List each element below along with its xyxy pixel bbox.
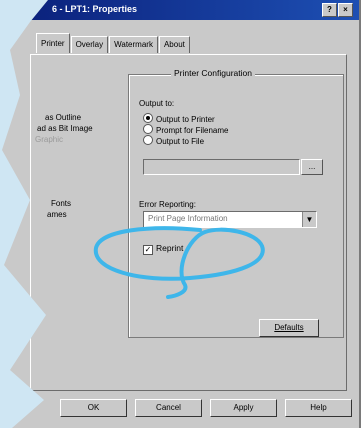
radio-prompt-for-filename-label: Prompt for Filename <box>156 126 229 135</box>
browse-button[interactable]: ... <box>301 159 323 175</box>
left-label-fonts: Fonts <box>51 199 72 208</box>
left-label-names: ames <box>47 210 67 219</box>
reprint-label: Reprint <box>156 243 184 253</box>
left-label-bit-image: ad as Bit Image <box>37 124 93 133</box>
left-label-outline: as Outline <box>45 113 82 122</box>
left-column: as Outline ad as Bit Image Graphic Fonts… <box>31 55 131 390</box>
help-button[interactable]: Help <box>285 399 352 417</box>
radio-selected-icon <box>143 113 153 123</box>
reprint-checkbox-row[interactable]: ✓ Reprint <box>143 243 183 255</box>
left-label-graphic: Graphic <box>35 135 64 144</box>
radio-output-to-printer-label: Output to Printer <box>156 115 215 124</box>
printer-configuration-group: Printer Configuration Output to: Output … <box>128 68 344 338</box>
ok-button[interactable]: OK <box>60 399 127 417</box>
checkbox-checked-icon[interactable]: ✓ <box>143 245 153 255</box>
tab-watermark[interactable]: Watermark <box>109 36 158 53</box>
defaults-button[interactable]: Defaults <box>259 319 319 337</box>
filename-input[interactable] <box>143 159 300 175</box>
dialog-buttons: OK Cancel Apply Help <box>60 399 352 417</box>
title-buttons: ? × <box>322 3 353 17</box>
help-title-button[interactable]: ? <box>322 3 337 17</box>
radio-icon <box>143 124 153 134</box>
window-title: 6 - LPT1: Properties <box>52 4 138 14</box>
output-to-label: Output to: <box>139 99 175 108</box>
tab-panel: as Outline ad as Bit Image Graphic Fonts… <box>30 54 347 391</box>
tab-strip: Printer Overlay Watermark About <box>36 33 191 54</box>
printer-properties-dialog: 6 - LPT1: Properties ? × Printer Overlay… <box>2 0 361 428</box>
title-bar[interactable]: 6 - LPT1: Properties ? × <box>2 0 359 20</box>
radio-prompt-for-filename[interactable]: Prompt for Filename <box>143 124 228 135</box>
chevron-down-icon[interactable]: ▼ <box>302 212 316 227</box>
radio-icon <box>143 135 153 145</box>
radio-output-to-printer[interactable]: Output to Printer <box>143 113 215 124</box>
radio-output-to-file-label: Output to File <box>156 137 205 146</box>
error-reporting-select[interactable]: Print Page Information ▼ <box>143 211 317 228</box>
tab-printer[interactable]: Printer <box>36 33 70 53</box>
apply-button[interactable]: Apply <box>210 399 277 417</box>
tab-overlay[interactable]: Overlay <box>70 36 109 53</box>
cancel-button[interactable]: Cancel <box>135 399 202 417</box>
close-button[interactable]: × <box>338 3 353 17</box>
radio-output-to-file[interactable]: Output to File <box>143 135 204 146</box>
tab-about[interactable]: About <box>158 36 190 53</box>
group-title: Printer Configuration <box>171 68 255 78</box>
error-reporting-label: Error Reporting: <box>139 200 196 209</box>
error-reporting-value: Print Page Information <box>148 214 228 223</box>
